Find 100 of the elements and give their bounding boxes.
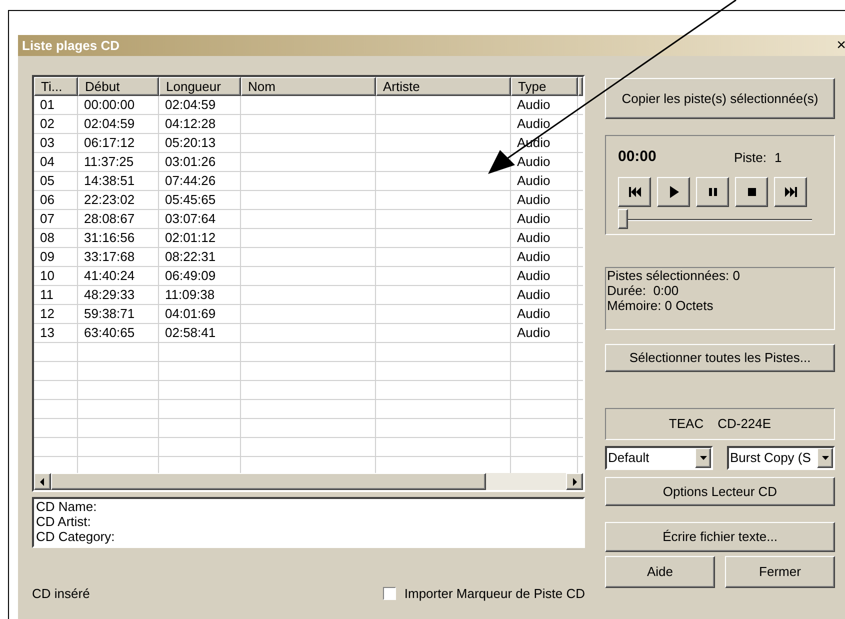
table-cell: 11 — [40, 287, 54, 302]
player-button[interactable] — [657, 176, 690, 206]
selection-info-line: Pistes sélectionnées: 0 — [607, 268, 741, 283]
table-cell: 07:44:26 — [165, 173, 216, 188]
table-cell: 04:01:69 — [165, 306, 216, 321]
dropdown[interactable]: Burst Copy (S — [727, 446, 835, 470]
table-cell: Audio — [517, 287, 550, 302]
cd-info-line: CD Category: — [36, 529, 116, 544]
table-cell: 28:08:67 — [84, 211, 135, 226]
table-cell: 04:12:28 — [165, 116, 216, 131]
table-cell: 02:58:41 — [165, 325, 216, 340]
track-label: Piste: — [734, 148, 767, 166]
table-cell: 08 — [40, 230, 54, 245]
column-header[interactable]: Longueur — [159, 77, 241, 96]
table-cell: 04 — [40, 154, 54, 169]
window-title: Liste plages CD — [22, 36, 120, 55]
track-number: 1 — [774, 148, 782, 166]
table-cell: 00:00:00 — [84, 97, 135, 112]
table-row[interactable]: 13 63:40:65 02:58:41 Audio — [34, 324, 583, 343]
skip-forward-icon — [784, 186, 798, 198]
table-cell: 05:20:13 — [165, 135, 216, 150]
player-button[interactable] — [618, 176, 651, 206]
table-cell: Audio — [517, 173, 550, 188]
table-cell: 11:09:38 — [165, 287, 215, 302]
table-cell: 59:38:71 — [84, 306, 135, 321]
column-header[interactable]: Nom — [241, 77, 376, 96]
table-cell: 12 — [40, 306, 54, 321]
table-cell: 05:45:65 — [165, 192, 216, 207]
close-button[interactable]: Fermer — [725, 556, 835, 588]
table-cell: 13 — [40, 325, 54, 340]
checkbox[interactable] — [383, 587, 396, 600]
table-cell: 02 — [40, 116, 54, 131]
table-row[interactable]: 02 02:04:59 04:12:28 Audio — [34, 115, 583, 134]
table-cell: 06:17:12 — [84, 135, 135, 150]
table-cell: 02:01:12 — [165, 230, 216, 245]
table-cell: 02:04:59 — [84, 116, 135, 131]
column-header[interactable]: Artiste — [376, 77, 511, 96]
table-cell: Audio — [517, 306, 550, 321]
table-cell: 33:17:68 — [84, 249, 135, 264]
table-row[interactable]: 11 48:29:33 11:09:38 Audio — [34, 286, 583, 305]
table-cell: 08:22:31 — [165, 249, 216, 264]
table-cell: 05 — [40, 173, 54, 188]
column-header[interactable]: Ti... — [34, 77, 78, 96]
table-row[interactable]: 12 59:38:71 04:01:69 Audio — [34, 305, 583, 324]
table-cell: Audio — [517, 249, 550, 264]
scrollbar-thumb[interactable] — [51, 473, 486, 490]
table-cell: Audio — [517, 97, 550, 112]
player-button[interactable] — [735, 176, 768, 206]
column-header[interactable]: Début — [78, 77, 159, 96]
drive-options-button[interactable]: Options Lecteur CD — [605, 477, 835, 506]
table-row[interactable]: 08 31:16:56 02:01:12 Audio — [34, 229, 583, 248]
table-cell: 11:37:25 — [84, 154, 134, 169]
selection-info-line: Durée: 0:00 — [607, 283, 680, 298]
time-display: 00:00 — [618, 147, 658, 167]
dropdown[interactable]: Default — [605, 446, 713, 470]
table-row[interactable]: 10 41:40:24 06:49:09 Audio — [34, 267, 583, 286]
column-header[interactable]: Type — [511, 77, 578, 96]
position-slider[interactable] — [618, 208, 812, 228]
table-cell: 14:38:51 — [84, 173, 135, 188]
table-row[interactable]: 01 00:00:00 02:04:59 Audio — [34, 96, 583, 115]
selection-info-line: Mémoire: 0 Octets — [607, 298, 714, 313]
table-row[interactable]: 05 14:38:51 07:44:26 Audio — [34, 172, 583, 191]
table-cell: Audio — [517, 154, 550, 169]
table-cell: 09 — [40, 249, 54, 264]
table-cell: 07 — [40, 211, 54, 226]
drive-vendor: TEAC — [668, 415, 704, 434]
copy-button[interactable]: Copier les piste(s) sélectionnée(s) — [605, 78, 835, 119]
table-cell: 06:49:09 — [165, 268, 216, 283]
column-header[interactable] — [578, 77, 583, 96]
table-cell: 48:29:33 — [84, 287, 135, 302]
table-cell: 10 — [40, 268, 54, 283]
close-icon[interactable]: × — [836, 38, 845, 54]
table-cell: Audio — [517, 230, 550, 245]
table-row[interactable]: 09 33:17:68 08:22:31 Audio — [34, 248, 583, 267]
help-button[interactable]: Aide — [605, 556, 715, 588]
cd-info-line: CD Name: — [36, 499, 98, 514]
table-cell: 31:16:56 — [84, 230, 135, 245]
table-cell: 03:07:64 — [165, 211, 216, 226]
table-cell: Audio — [517, 211, 550, 226]
table-cell: 63:40:65 — [84, 325, 135, 340]
table-cell: 01 — [40, 97, 54, 112]
table-cell: 06 — [40, 192, 54, 207]
skip-back-icon — [628, 186, 642, 198]
player-button[interactable] — [774, 176, 807, 206]
table-cell: 03 — [40, 135, 54, 150]
table-cell: 41:40:24 — [84, 268, 135, 283]
table-cell: 22:23:02 — [84, 192, 135, 207]
write-text-file-button[interactable]: Écrire fichier texte... — [605, 522, 835, 552]
select-all-button[interactable]: Sélectionner toutes les Pistes... — [605, 344, 835, 372]
table-cell: Audio — [517, 192, 550, 207]
status-text: CD inséré — [32, 585, 90, 603]
table-row[interactable]: 06 22:23:02 05:45:65 Audio — [34, 191, 583, 210]
horizontal-scrollbar[interactable] — [34, 473, 583, 490]
table-cell: 02:04:59 — [165, 97, 216, 112]
checkbox-label[interactable]: Importer Marqueur de Piste CD — [404, 584, 585, 604]
cd-info-line: CD Artist: — [36, 514, 92, 529]
table-row[interactable]: 07 28:08:67 03:07:64 Audio — [34, 210, 583, 229]
player-button[interactable] — [696, 176, 729, 206]
table-cell: 03:01:26 — [165, 154, 216, 169]
slider-thumb[interactable] — [618, 208, 628, 228]
